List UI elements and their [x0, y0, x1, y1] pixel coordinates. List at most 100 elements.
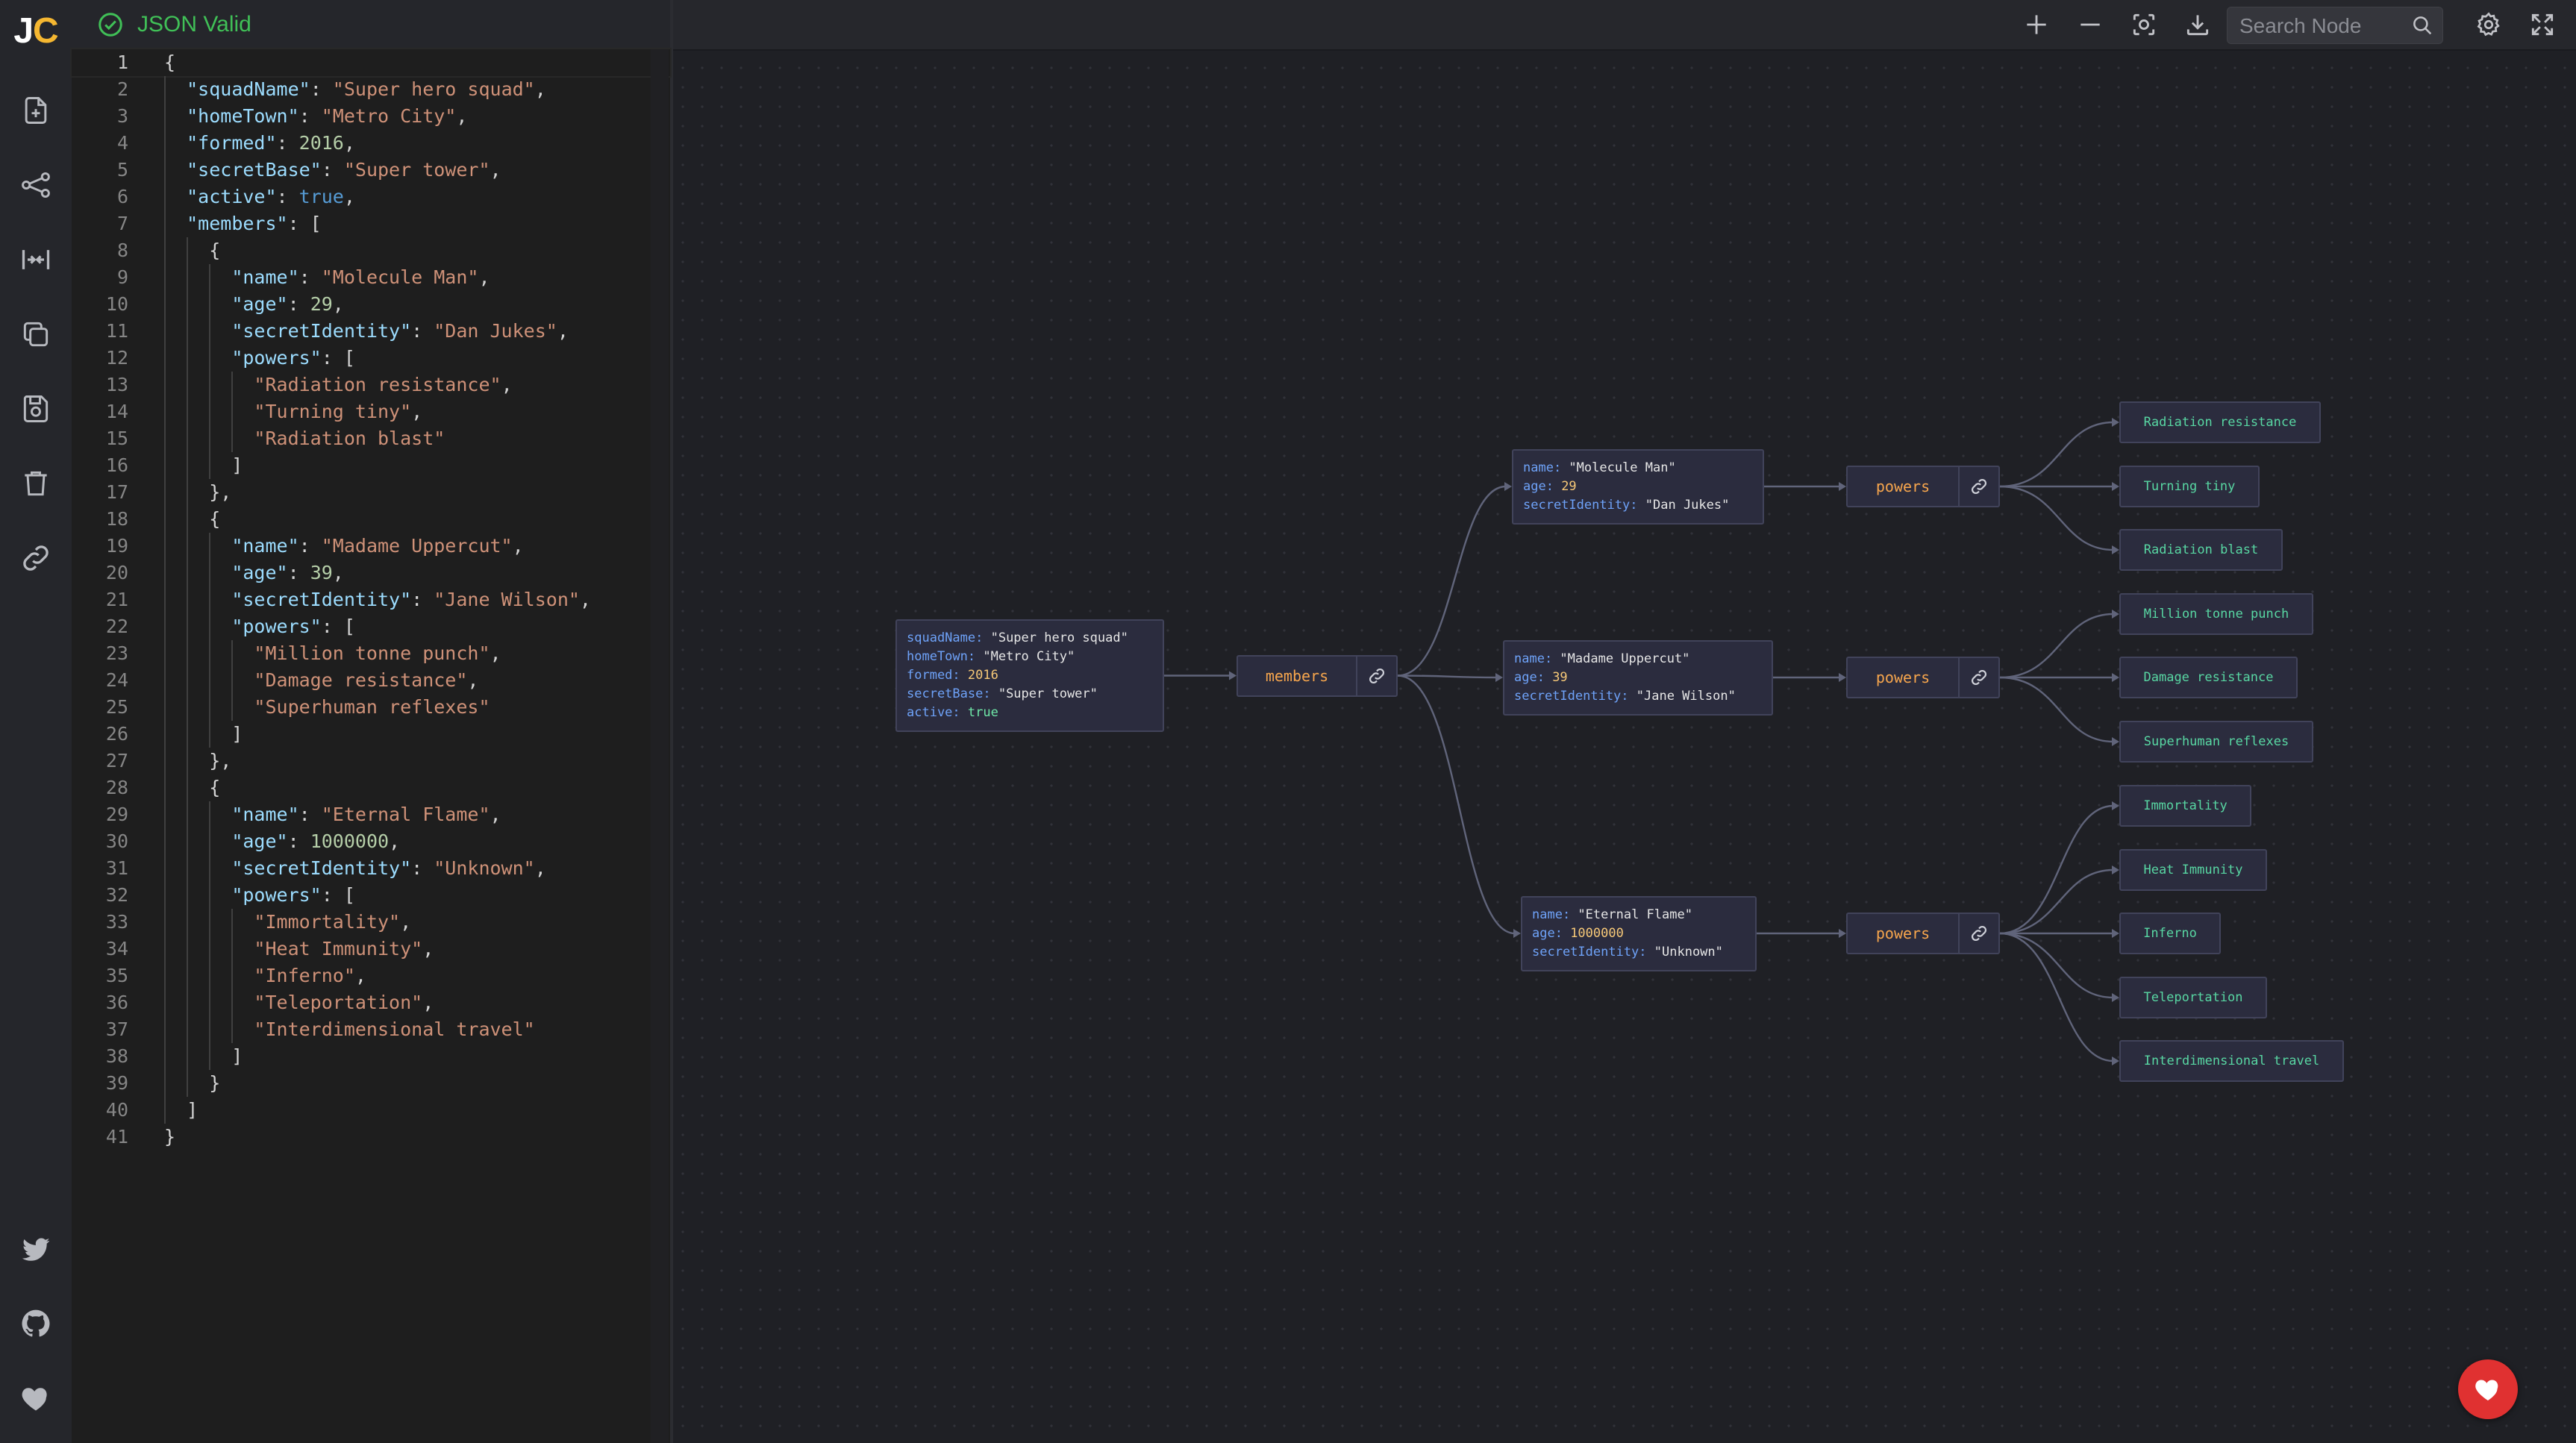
settings-icon[interactable]	[2472, 7, 2506, 42]
power-leaf-node[interactable]: Turning tiny	[2119, 466, 2260, 507]
code-text: "Interdimensional travel"	[164, 1016, 534, 1043]
line-number: 32	[105, 884, 128, 906]
heart-icon[interactable]	[15, 1377, 57, 1419]
search-icon[interactable]	[2410, 13, 2435, 38]
code-line[interactable]: 27 },	[72, 748, 670, 774]
code-line[interactable]: 16 ]	[72, 452, 670, 479]
code-line[interactable]: 36 "Teleportation",	[72, 989, 670, 1016]
code-line[interactable]: 41}	[72, 1124, 670, 1151]
collapse-link-icon[interactable]	[1958, 658, 1998, 697]
code-token: ,	[354, 965, 366, 986]
search-node-input[interactable]	[2238, 7, 2405, 45]
code-line[interactable]: 26 ]	[72, 721, 670, 748]
graph-share-icon[interactable]	[15, 164, 57, 206]
node-value: "Super tower"	[990, 686, 1098, 701]
code-line[interactable]: 28 {	[72, 774, 670, 801]
root-object-node[interactable]: squadName: "Super hero squad" homeTown: "…	[895, 619, 1164, 732]
link-icon[interactable]	[15, 537, 57, 579]
graph-edge	[1397, 485, 1507, 677]
code-line[interactable]: 4 "formed": 2016,	[72, 130, 670, 157]
code-line[interactable]: 37 "Interdimensional travel"	[72, 1016, 670, 1043]
code-line[interactable]: 5 "secretBase": "Super tower",	[72, 157, 670, 184]
code-line[interactable]: 29 "name": "Eternal Flame",	[72, 801, 670, 828]
power-leaf-node[interactable]: Radiation resistance	[2119, 401, 2321, 443]
member-object-node[interactable]: name: "Madame Uppercut" age: 39 secretIden…	[1503, 639, 1773, 716]
code-line[interactable]: 8 {	[72, 237, 670, 264]
powers-array-node[interactable]: powers	[1846, 913, 2000, 954]
code-line[interactable]: 14 "Turning tiny",	[72, 398, 670, 425]
powers-array-node[interactable]: powers	[1846, 466, 2000, 507]
members-array-node[interactable]: members	[1237, 654, 1398, 697]
code-line[interactable]: 9 "name": "Molecule Man",	[72, 264, 670, 291]
code-area[interactable]: 1{2 "squadName": "Super hero squad", 3 "h…	[70, 48, 672, 1443]
collapse-link-icon[interactable]	[1356, 656, 1396, 695]
code-line[interactable]: 39 }	[72, 1070, 670, 1097]
power-leaf-node[interactable]: Million tonne punch	[2119, 593, 2313, 635]
code-line[interactable]: 23 "Million tonne punch",	[72, 640, 670, 667]
code-line[interactable]: 38 ]	[72, 1043, 670, 1070]
zoom-in-icon[interactable]	[2019, 7, 2054, 42]
copy-icon[interactable]	[15, 313, 57, 355]
center-view-icon[interactable]	[2127, 7, 2161, 42]
powers-array-node[interactable]: powers	[1846, 657, 2000, 698]
editor-scrollbar[interactable]	[651, 49, 669, 1443]
line-number: 38	[105, 1045, 128, 1067]
github-icon[interactable]	[15, 1303, 57, 1345]
code-line[interactable]: 10 "age": 29,	[72, 291, 670, 318]
code-line[interactable]: 21 "secretIdentity": "Jane Wilson",	[72, 586, 670, 613]
fullscreen-icon[interactable]	[2525, 7, 2560, 42]
download-icon[interactable]	[2180, 7, 2215, 42]
code-line[interactable]: 13 "Radiation resistance",	[72, 372, 670, 398]
collapse-link-icon[interactable]	[1958, 467, 1998, 506]
code-line[interactable]: 34 "Heat Immunity",	[72, 936, 670, 962]
power-leaf-node[interactable]: Interdimensional travel	[2119, 1040, 2344, 1082]
power-leaf-node[interactable]: Radiation blast	[2119, 529, 2283, 571]
code-line[interactable]: 31 "secretIdentity": "Unknown",	[72, 855, 670, 882]
member-object-node[interactable]: name: "Molecule Man" age: 29 secretIdentit…	[1512, 448, 1764, 525]
member-object-node[interactable]: name: "Eternal Flame" age: 1000000 secretI…	[1521, 895, 1757, 971]
code-line[interactable]: 30 "age": 1000000,	[72, 828, 670, 855]
zoom-out-icon[interactable]	[2073, 7, 2107, 42]
power-leaf-node[interactable]: Teleportation	[2119, 977, 2267, 1018]
code-line[interactable]: 19 "name": "Madame Uppercut",	[72, 533, 670, 560]
code-line[interactable]: 25 "Superhuman reflexes"	[72, 694, 670, 721]
code-line[interactable]: 24 "Damage resistance",	[72, 667, 670, 694]
code-line[interactable]: 32 "powers": [	[72, 882, 670, 909]
code-line[interactable]: 22 "powers": [	[72, 613, 670, 640]
trash-icon[interactable]	[15, 463, 57, 504]
code-line[interactable]: 12 "powers": [	[72, 345, 670, 372]
indent-guide	[209, 264, 211, 479]
edge-arrow	[2112, 929, 2119, 938]
code-line[interactable]: 15 "Radiation blast"	[72, 425, 670, 452]
graph-canvas[interactable]: squadName: "Super hero squad" homeTown: "…	[673, 0, 2576, 1443]
power-leaf-node[interactable]: Inferno	[2119, 913, 2221, 954]
new-file-icon[interactable]	[15, 90, 57, 131]
support-heart-button[interactable]	[2458, 1359, 2518, 1419]
code-line[interactable]: 1{	[70, 48, 672, 78]
code-line[interactable]: 40 ]	[72, 1097, 670, 1124]
code-line[interactable]: 33 "Immortality",	[72, 909, 670, 936]
power-leaf-node[interactable]: Damage resistance	[2119, 657, 2298, 698]
code-line[interactable]: 35 "Inferno",	[72, 962, 670, 989]
app-logo[interactable]: JC	[0, 10, 72, 51]
power-leaf-node[interactable]: Superhuman reflexes	[2119, 721, 2313, 763]
code-line[interactable]: 18 {	[72, 506, 670, 533]
code-line[interactable]: 2 "squadName": "Super hero squad",	[72, 76, 670, 103]
code-line[interactable]: 20 "age": 39,	[72, 560, 670, 586]
code-line[interactable]: 7 "members": [	[72, 210, 670, 237]
code-line[interactable]: 3 "homeTown": "Metro City",	[72, 103, 670, 130]
code-line[interactable]: 17 },	[72, 479, 670, 506]
collapse-link-icon[interactable]	[1958, 914, 1998, 953]
node-value: "Unknown"	[1646, 944, 1723, 960]
save-icon[interactable]	[15, 388, 57, 430]
json-editor[interactable]: JSON Valid 1{2 "squadName": "Super hero …	[70, 0, 673, 1443]
power-leaf-node[interactable]: Heat Immunity	[2119, 849, 2267, 891]
code-token: ]	[164, 1045, 243, 1067]
collapse-icon[interactable]	[15, 239, 57, 281]
code-line[interactable]: 11 "secretIdentity": "Dan Jukes",	[72, 318, 670, 345]
power-leaf-node[interactable]: Immortality	[2119, 785, 2251, 827]
code-line[interactable]: 6 "active": true,	[72, 184, 670, 210]
twitter-icon[interactable]	[15, 1228, 57, 1270]
